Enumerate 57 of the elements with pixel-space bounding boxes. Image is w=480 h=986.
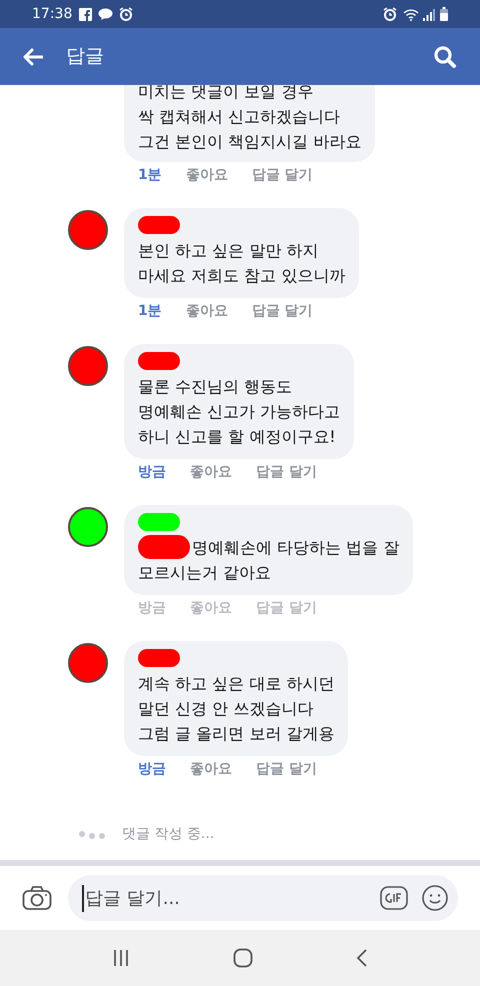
reply-input-field[interactable]: 답글 달기...	[82, 884, 372, 912]
gif-button[interactable]	[380, 886, 408, 910]
redaction-mark	[138, 352, 180, 370]
comment-text: 미치는 댓글이 보일 경우 싹 캡쳐해서 신고하겠습니다 그건 본인이 책임지시길 바라요	[138, 85, 362, 153]
back-button[interactable]	[22, 46, 44, 68]
reply-field[interactable]: 답글 달기...	[68, 875, 458, 921]
comment-text: 물론 수진님의 행동도 명예훼손 신고가 가능하다고 하니 신고를 할 예정이구요!	[138, 376, 340, 448]
reply-link[interactable]: 답글 달기	[256, 759, 317, 780]
avatar[interactable]	[68, 507, 108, 547]
comment-text: 본인 하고 싶은 말만 하지 마세요 저희도 참고 있으니까	[138, 240, 346, 287]
reply-link[interactable]: 답글 달기	[256, 598, 317, 619]
redaction-mark	[138, 216, 180, 234]
signal-icon	[423, 8, 435, 20]
like-link[interactable]: 좋아요	[190, 598, 232, 619]
reply-link[interactable]: 답글 달기	[252, 165, 313, 186]
redaction-mark	[138, 649, 180, 667]
search-button[interactable]	[432, 44, 458, 70]
comment-time: 1분	[138, 166, 162, 185]
chevron-left-icon	[356, 949, 368, 967]
like-link[interactable]: 좋아요	[186, 301, 228, 322]
facebook-icon	[79, 8, 92, 20]
typing-indicator-text: 댓글 작성 중...	[122, 825, 214, 844]
search-icon	[433, 44, 457, 68]
clock: 17:38	[32, 4, 72, 24]
comment-time: 방금	[138, 599, 166, 618]
gif-icon	[380, 886, 408, 910]
comment-text: 계속 하고 싶은 대로 하시던 말던 신경 안 쓰겠습니다 그럼 글 올리면 보러 갈게용	[138, 673, 334, 745]
comment-time: 방금	[138, 760, 166, 779]
avatar[interactable]	[68, 643, 108, 683]
avatar[interactable]	[68, 346, 108, 386]
smiley-icon	[422, 885, 448, 911]
avatar[interactable]	[68, 210, 108, 250]
emoji-button[interactable]	[422, 885, 448, 911]
battery-icon	[440, 7, 448, 21]
home-button[interactable]	[232, 948, 253, 968]
camera-button[interactable]	[22, 885, 52, 911]
recent-apps-button[interactable]	[112, 949, 130, 967]
back-arrow-icon	[23, 48, 43, 66]
alarm-icon	[119, 7, 134, 21]
comment-text: 명예훼손에 타당하는 법을 잘 모르시는거 같아요	[138, 537, 400, 584]
like-link[interactable]: 좋아요	[190, 462, 232, 483]
typing-dots-icon	[78, 830, 108, 840]
page-title: 답글	[66, 44, 104, 70]
chat-bubble-icon	[98, 8, 114, 20]
comment-time: 1분	[138, 302, 162, 321]
alarm-icon	[383, 7, 397, 21]
redaction-mark	[138, 513, 180, 531]
like-link[interactable]: 좋아요	[190, 759, 232, 780]
recent-apps-icon	[112, 949, 130, 967]
comment-time: 방금	[138, 463, 166, 482]
reply-link[interactable]: 답글 달기	[256, 462, 317, 483]
like-link[interactable]: 좋아요	[186, 165, 228, 186]
reply-link[interactable]: 답글 달기	[252, 301, 313, 322]
back-nav-button[interactable]	[356, 949, 368, 967]
wifi-icon	[403, 8, 419, 20]
camera-icon	[22, 885, 52, 911]
home-icon	[232, 948, 253, 968]
